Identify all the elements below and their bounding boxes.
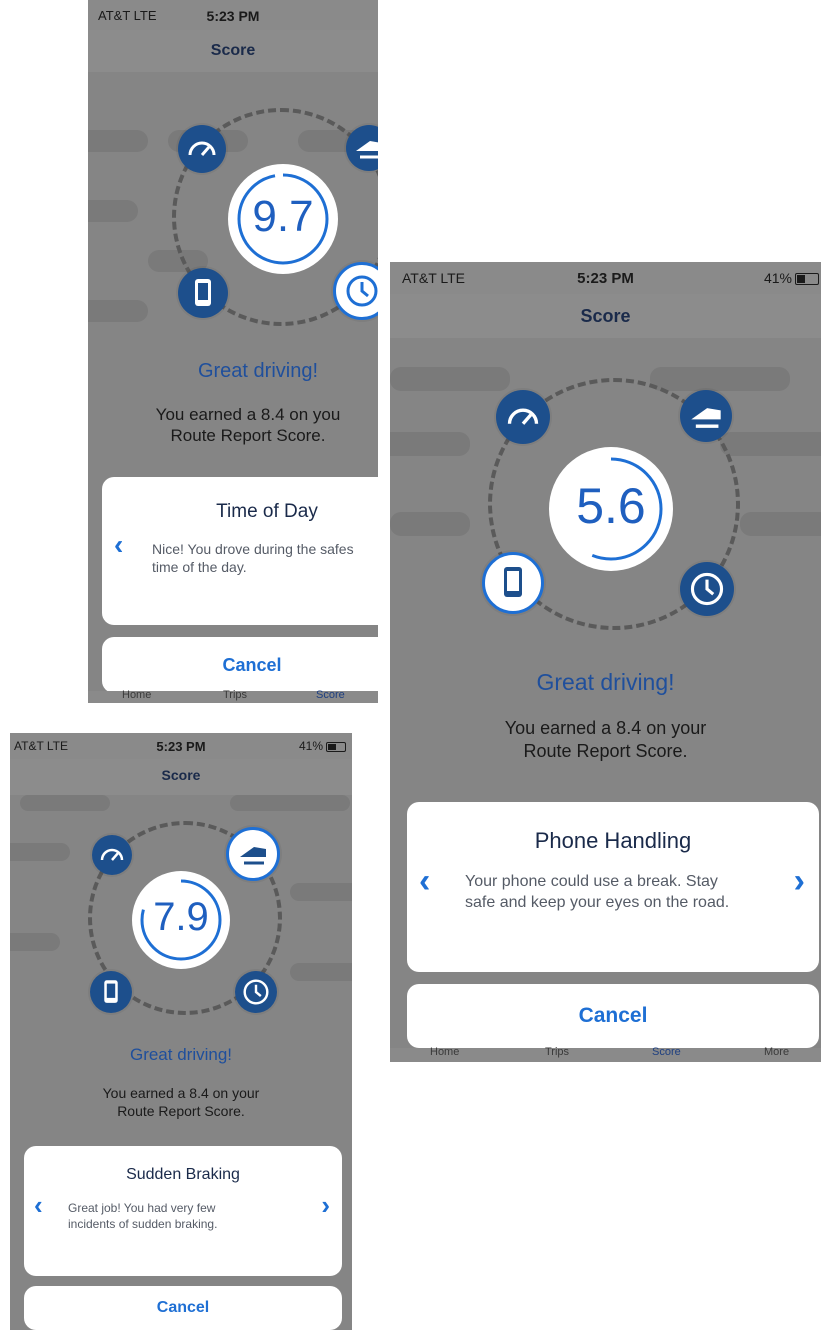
earned-line2: Route Report Score. [523,740,688,761]
earned-text: You earned a 8.4 on you Route Report Sco… [88,404,378,447]
clock-icon[interactable] [235,971,277,1013]
battery-status: 41% [764,270,819,286]
tab-score[interactable]: Score [652,1046,681,1058]
tab-trips[interactable]: Trips [545,1046,569,1058]
score-circle: 7.9 [132,871,230,969]
bg-pill [390,512,470,536]
phone-hand-icon[interactable] [90,971,132,1013]
tab-home[interactable]: Home [122,689,151,701]
score-value: 7.9 [153,895,209,939]
speedometer-icon[interactable] [178,125,226,173]
screen-phone-handling: AT&T LTE 5:23 PM 41% Score 5.6 Great dri… [390,262,821,1062]
card-description: Your phone could use a break. Stay safe … [465,873,730,911]
earned-line1: You earned a 8.4 on your [504,718,707,738]
bg-pill [230,795,350,811]
status-bar: AT&T LTE 5:23 PM 41% [390,262,821,294]
braking-shoe-icon[interactable] [346,125,378,171]
clock-icon[interactable] [333,262,378,320]
earned-text: You earned a 8.4 on your Route Report Sc… [390,717,821,762]
chevron-left-icon[interactable]: ‹ [114,529,123,561]
battery-status: 41% [299,739,346,753]
page-title: Score [161,767,201,783]
bg-pill [10,843,70,861]
status-bar: AT&T LTE 5:23 PM 41% [10,733,352,759]
detail-card: Phone Handling ‹ › Your phone could use … [407,802,819,972]
bg-pill [88,300,148,322]
clock: 5:23 PM [577,270,634,287]
tab-bar: Home Trips Score More [390,1046,821,1062]
earned-line2: Route Report Score. [170,426,326,446]
phone-hand-icon[interactable] [178,268,228,318]
chevron-right-icon[interactable]: › [321,1190,330,1221]
page-title: Score [210,42,256,59]
earned-line2: Route Report Score. [117,1102,245,1119]
earned-text: You earned a 8.4 on your Route Report Sc… [10,1085,352,1120]
screen-time-of-day: AT&T LTE 5:23 PM Score 9.7 Great driving… [88,0,378,703]
bg-pill [740,512,821,536]
score-circle: 5.6 [549,447,673,571]
tab-more[interactable]: More [764,1046,789,1058]
cancel-button[interactable]: Cancel [24,1286,342,1330]
cancel-button[interactable]: Cancel [102,637,378,693]
card-title: Sudden Braking [126,1166,240,1183]
clock: 5:23 PM [206,8,260,24]
bg-pill [20,795,110,811]
speedometer-icon[interactable] [496,390,550,444]
great-driving-label: Great driving! [197,360,319,382]
great-driving-label: Great driving! [536,669,675,695]
detail-card: Sudden Braking ‹ › Great job! You had ve… [24,1146,342,1276]
braking-shoe-icon[interactable] [680,390,732,442]
clock-icon[interactable] [680,562,734,616]
bg-pill [720,432,821,456]
phone-hand-icon[interactable] [482,552,544,614]
great-driving-label: Great driving! [129,1045,233,1064]
bg-pill [390,367,510,391]
card-title: Time of Day [216,501,318,522]
nav-bar: Score [390,294,821,338]
page-title: Score [580,306,631,326]
battery-icon [326,741,346,752]
cancel-button[interactable]: Cancel [407,984,819,1048]
screen-sudden-braking: AT&T LTE 5:23 PM 41% Score 7.9 Great dri… [10,733,352,1330]
speedometer-icon[interactable] [92,835,132,875]
braking-shoe-icon[interactable] [226,827,280,881]
nav-bar: Score [88,30,378,72]
chevron-left-icon[interactable]: ‹ [419,862,430,901]
status-bar: AT&T LTE 5:23 PM [88,0,378,30]
bg-pill [290,963,352,981]
earned-line1: You earned a 8.4 on your [102,1085,260,1101]
detail-card: Time of Day ‹ Nice! You drove during the… [102,477,378,625]
tab-bar: Home Trips Score [88,689,378,703]
bg-pill [390,432,470,456]
chevron-right-icon[interactable]: › [794,862,805,901]
score-circle: 9.7 [228,164,338,274]
bg-pill [290,883,352,901]
chevron-left-icon[interactable]: ‹ [34,1190,43,1221]
card-description: Great job! You had very few incidents of… [68,1201,218,1231]
bg-pill [88,200,138,222]
bg-pill [10,933,60,951]
card-description: Nice! You drove during the safes time of… [152,541,354,576]
bg-pill [88,130,148,152]
bg-pill [650,367,790,391]
card-title: Phone Handling [534,828,692,853]
tab-home[interactable]: Home [430,1046,459,1058]
earned-line1: You earned a 8.4 on you [155,405,341,424]
battery-icon [795,273,819,286]
nav-bar: Score [10,759,352,795]
tab-trips[interactable]: Trips [223,689,247,701]
score-value: 5.6 [576,478,646,534]
score-value: 9.7 [252,192,314,241]
tab-score[interactable]: Score [316,689,345,701]
